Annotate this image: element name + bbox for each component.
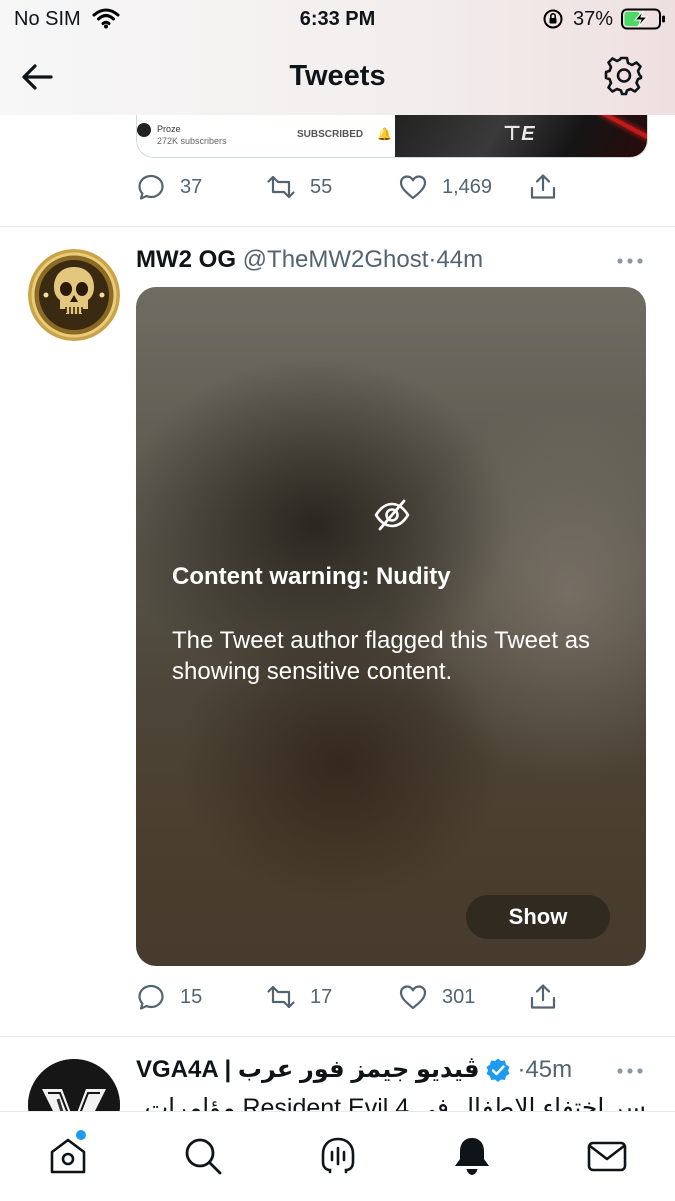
share-icon xyxy=(530,984,556,1009)
spaces-icon xyxy=(321,1137,355,1174)
show-media-button[interactable]: Show xyxy=(466,895,610,939)
preview-image: ⊤E xyxy=(395,115,647,157)
share-button[interactable] xyxy=(528,977,558,1017)
separator-dot: · xyxy=(517,1055,526,1083)
notifications-icon xyxy=(455,1138,489,1175)
tab-home[interactable] xyxy=(46,1134,90,1178)
content-warning-title: Content warning: Nudity xyxy=(172,563,451,590)
tab-notifications[interactable] xyxy=(450,1134,494,1178)
bottom-tab-bar xyxy=(0,1111,675,1201)
share-button[interactable] xyxy=(528,167,558,207)
page-title: Tweets xyxy=(289,60,386,92)
tab-spaces[interactable] xyxy=(316,1134,360,1178)
decorative-red-line xyxy=(597,115,647,141)
tweet-actions: 15 17 301 xyxy=(136,977,566,1017)
status-bar: No SIM 6:33 PM 37% xyxy=(0,0,675,40)
youtube-channel-preview: Proze 272K subscribers SUBSCRIBED 🔔 xyxy=(137,115,395,157)
avatar[interactable] xyxy=(28,249,120,341)
tweet-feed: Proze 272K subscribers SUBSCRIBED 🔔 ⊤E 3… xyxy=(0,115,675,1111)
messages-icon xyxy=(587,1141,627,1172)
display-name[interactable]: VGA4A | ڤيديو جيمز فور عرب xyxy=(136,1055,479,1084)
tweet-divider xyxy=(0,226,675,227)
heart-icon xyxy=(399,985,427,1010)
new-content-indicator xyxy=(76,1130,86,1140)
vga4a-logo-icon xyxy=(28,1059,120,1111)
more-options-icon[interactable] xyxy=(612,251,648,271)
orientation-lock-icon xyxy=(543,9,563,29)
verified-badge-icon xyxy=(486,1058,510,1082)
tweet-header: VGA4A | ڤيديو جيمز فور عرب · 45m xyxy=(136,1055,572,1084)
channel-name: Proze xyxy=(157,124,181,134)
tweet-timestamp[interactable]: 44m xyxy=(436,246,483,273)
like-button[interactable]: 301 xyxy=(398,977,475,1017)
user-handle[interactable]: @TheMW2Ghost xyxy=(243,246,429,273)
faze-logo-icon: ⊤E xyxy=(503,123,535,145)
display-name[interactable]: MW2 OG xyxy=(136,246,236,273)
reply-count: 15 xyxy=(180,985,203,1008)
share-icon xyxy=(530,174,556,199)
retweet-icon xyxy=(267,175,295,199)
tweet-timestamp[interactable]: 45m xyxy=(525,1056,572,1084)
tweet-header: MW2 OG @TheMW2Ghost·44m xyxy=(136,246,483,274)
search-icon xyxy=(185,1138,222,1175)
more-options-icon[interactable] xyxy=(612,1061,648,1081)
subscribed-label: SUBSCRIBED xyxy=(297,129,364,140)
content-warning-text: The Tweet author flagged this Tweet as s… xyxy=(172,627,591,685)
retweet-count: 55 xyxy=(310,175,333,198)
retweet-button[interactable]: 55 xyxy=(266,167,332,207)
battery-percent: 37% xyxy=(573,8,614,30)
channel-logo xyxy=(137,123,151,137)
reply-button[interactable]: 37 xyxy=(136,167,202,207)
eye-slash-icon xyxy=(374,499,410,531)
skull-avatar-icon xyxy=(28,249,120,341)
reply-button[interactable]: 15 xyxy=(136,977,202,1017)
reply-icon xyxy=(138,174,164,200)
channel-subscribers: 272K subscribers xyxy=(157,136,227,146)
battery-charging-icon xyxy=(621,8,665,30)
link-preview-card[interactable]: Proze 272K subscribers SUBSCRIBED 🔔 ⊤E xyxy=(136,115,648,158)
like-count: 301 xyxy=(442,985,476,1008)
retweet-count: 17 xyxy=(310,985,333,1008)
navigation-header: Tweets xyxy=(0,40,675,115)
tab-messages[interactable] xyxy=(585,1134,629,1178)
tweet-actions: 37 55 1,469 xyxy=(136,167,566,207)
gear-icon[interactable] xyxy=(604,56,644,96)
heart-icon xyxy=(399,175,427,200)
tab-search[interactable] xyxy=(181,1134,225,1178)
bell-icon: 🔔 xyxy=(377,127,392,141)
reply-icon xyxy=(138,984,164,1010)
reply-count: 37 xyxy=(180,175,203,198)
tweet-divider xyxy=(0,1036,675,1037)
like-count: 1,469 xyxy=(442,175,493,198)
sensitive-media[interactable]: Content warning: Nudity The Tweet author… xyxy=(136,287,646,966)
retweet-button[interactable]: 17 xyxy=(266,977,332,1017)
retweet-icon xyxy=(267,985,295,1009)
home-icon xyxy=(50,1138,86,1174)
avatar[interactable] xyxy=(28,1059,120,1111)
tweet-text: سر اختفاء الاطفال في Resident Evil 4 مؤا… xyxy=(144,1094,646,1111)
like-button[interactable]: 1,469 xyxy=(398,167,492,207)
